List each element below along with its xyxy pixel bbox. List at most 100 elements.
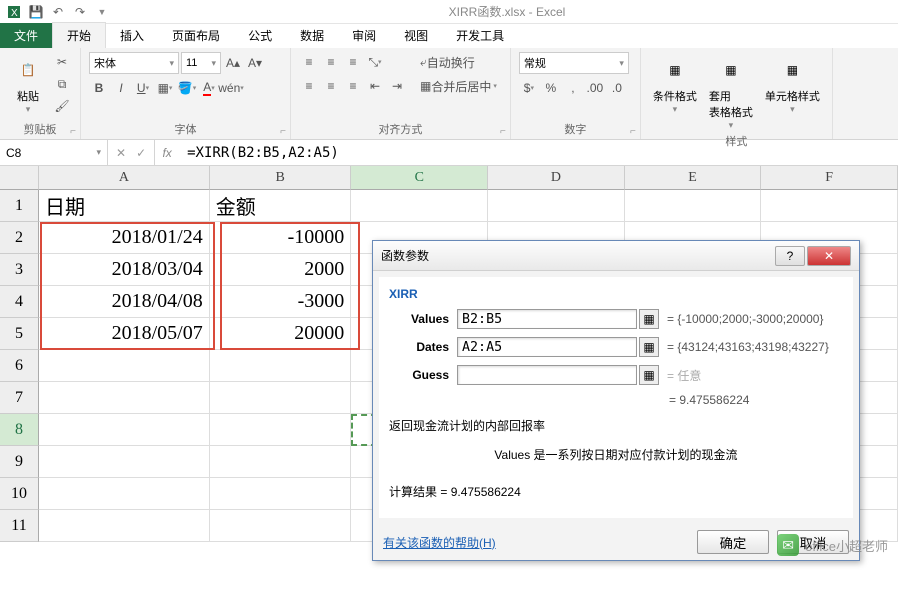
wrap-text-button[interactable]: ⤶ 自动换行 <box>415 52 480 72</box>
italic-button[interactable]: I <box>111 78 131 98</box>
cancel-formula-icon[interactable]: ✕ <box>116 146 126 160</box>
cell-A11[interactable] <box>39 510 210 542</box>
name-box[interactable]: C8▾ <box>0 140 108 165</box>
cell-A2[interactable]: 2018/01/24 <box>39 222 210 254</box>
row-header-6[interactable]: 6 <box>0 350 39 382</box>
cell-B8[interactable] <box>210 414 352 446</box>
tab-data[interactable]: 数据 <box>286 23 338 48</box>
arg-dates-ref-icon[interactable]: ▦ <box>639 337 659 357</box>
indent-dec-icon[interactable]: ⇤ <box>365 76 385 96</box>
cell-C1[interactable] <box>351 190 488 222</box>
align-middle-icon[interactable]: ≡ <box>321 52 341 72</box>
cell-B10[interactable] <box>210 478 352 510</box>
decrease-decimal-icon[interactable]: .0 <box>607 78 627 98</box>
cell-B5[interactable]: 20000 <box>210 318 352 350</box>
cell-B3[interactable]: 2000 <box>210 254 352 286</box>
row-header-5[interactable]: 5 <box>0 318 39 350</box>
col-header-C[interactable]: C <box>351 166 488 190</box>
arg-values-input[interactable] <box>457 309 637 329</box>
tab-pagelayout[interactable]: 页面布局 <box>158 23 234 48</box>
tab-formulas[interactable]: 公式 <box>234 23 286 48</box>
cell-A6[interactable] <box>39 350 210 382</box>
cell-B1[interactable]: 金额 <box>210 190 352 222</box>
number-launcher-icon[interactable]: ⌐ <box>630 126 636 137</box>
col-header-D[interactable]: D <box>488 166 625 190</box>
col-header-E[interactable]: E <box>625 166 762 190</box>
redo-icon[interactable]: ↷ <box>72 4 88 20</box>
row-header-9[interactable]: 9 <box>0 446 39 478</box>
row-header-4[interactable]: 4 <box>0 286 39 318</box>
format-as-table-button[interactable]: ▦套用 表格格式▾ <box>705 52 757 133</box>
select-all-corner[interactable] <box>0 166 39 190</box>
arg-values-ref-icon[interactable]: ▦ <box>639 309 659 329</box>
cell-B7[interactable] <box>210 382 352 414</box>
col-header-B[interactable]: B <box>210 166 352 190</box>
bold-button[interactable]: B <box>89 78 109 98</box>
cell-B9[interactable] <box>210 446 352 478</box>
tab-file[interactable]: 文件 <box>0 23 52 48</box>
align-right-icon[interactable]: ≡ <box>343 76 363 96</box>
tab-developer[interactable]: 开发工具 <box>442 23 518 48</box>
orientation-icon[interactable]: ⤡▾ <box>365 52 385 72</box>
dialog-close-button[interactable]: ✕ <box>807 246 851 266</box>
dialog-titlebar[interactable]: 函数参数 ? ✕ <box>373 241 859 271</box>
accept-formula-icon[interactable]: ✓ <box>136 146 146 160</box>
tab-review[interactable]: 审阅 <box>338 23 390 48</box>
font-color-button[interactable]: A▾ <box>199 78 219 98</box>
merge-center-button[interactable]: ▦ 合并后居中▾ <box>415 76 502 96</box>
decrease-font-icon[interactable]: A▾ <box>245 53 265 73</box>
fill-color-button[interactable]: 🪣▾ <box>177 78 197 98</box>
format-painter-icon[interactable]: 🖌 <box>52 96 72 116</box>
cell-A7[interactable] <box>39 382 210 414</box>
align-left-icon[interactable]: ≡ <box>299 76 319 96</box>
save-icon[interactable]: 💾 <box>28 4 44 20</box>
border-button[interactable]: ▦▾ <box>155 78 175 98</box>
dialog-help-button[interactable]: ? <box>775 246 805 266</box>
cell-B6[interactable] <box>210 350 352 382</box>
cell-E1[interactable] <box>625 190 762 222</box>
conditional-formatting-button[interactable]: ▦条件格式▾ <box>649 52 701 117</box>
cell-A4[interactable]: 2018/04/08 <box>39 286 210 318</box>
font-name-select[interactable]: 宋体▾ <box>89 52 179 74</box>
clipboard-launcher-icon[interactable]: ⌐ <box>70 126 76 137</box>
increase-font-icon[interactable]: A▴ <box>223 53 243 73</box>
arg-guess-ref-icon[interactable]: ▦ <box>639 365 659 385</box>
fx-icon[interactable]: fx <box>155 140 179 165</box>
arg-guess-input[interactable] <box>457 365 637 385</box>
cell-B2[interactable]: -10000 <box>210 222 352 254</box>
cell-A10[interactable] <box>39 478 210 510</box>
col-header-A[interactable]: A <box>39 166 210 190</box>
phonetic-button[interactable]: wén▾ <box>221 78 241 98</box>
cell-A1[interactable]: 日期 <box>39 190 210 222</box>
font-size-select[interactable]: 11▾ <box>181 52 221 74</box>
paste-button[interactable]: 📋 粘贴 ▾ <box>8 52 48 117</box>
tab-insert[interactable]: 插入 <box>106 23 158 48</box>
copy-icon[interactable]: ⧉ <box>52 74 72 94</box>
cell-F1[interactable] <box>761 190 898 222</box>
percent-icon[interactable]: % <box>541 78 561 98</box>
cell-D1[interactable] <box>488 190 625 222</box>
font-launcher-icon[interactable]: ⌐ <box>280 126 286 137</box>
cell-A3[interactable]: 2018/03/04 <box>39 254 210 286</box>
arg-dates-input[interactable] <box>457 337 637 357</box>
dialog-ok-button[interactable]: 确定 <box>697 530 769 554</box>
cell-styles-button[interactable]: ▦单元格样式▾ <box>761 52 824 117</box>
indent-inc-icon[interactable]: ⇥ <box>387 76 407 96</box>
row-header-8[interactable]: 8 <box>0 414 39 446</box>
row-header-1[interactable]: 1 <box>0 190 39 222</box>
align-bottom-icon[interactable]: ≡ <box>343 52 363 72</box>
underline-button[interactable]: U▾ <box>133 78 153 98</box>
col-header-F[interactable]: F <box>761 166 898 190</box>
increase-decimal-icon[interactable]: .00 <box>585 78 605 98</box>
cell-A9[interactable] <box>39 446 210 478</box>
row-header-10[interactable]: 10 <box>0 478 39 510</box>
undo-icon[interactable]: ↶ <box>50 4 66 20</box>
tab-home[interactable]: 开始 <box>52 22 106 48</box>
cell-B4[interactable]: -3000 <box>210 286 352 318</box>
cell-B11[interactable] <box>210 510 352 542</box>
row-header-11[interactable]: 11 <box>0 510 39 542</box>
align-top-icon[interactable]: ≡ <box>299 52 319 72</box>
number-format-select[interactable]: 常规▾ <box>519 52 629 74</box>
dialog-help-link[interactable]: 有关该函数的帮助(H) <box>383 534 496 551</box>
row-header-3[interactable]: 3 <box>0 254 39 286</box>
